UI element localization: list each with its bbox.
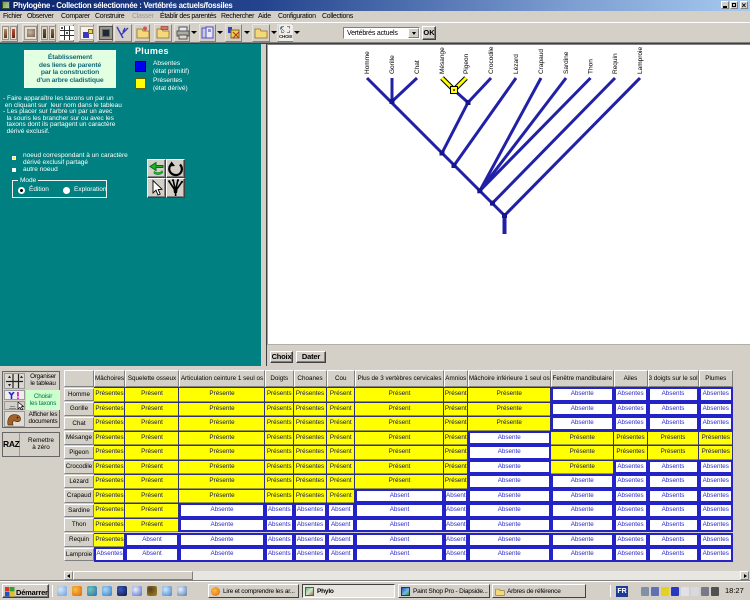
svg-text:Pigeon: Pigeon <box>463 53 470 74</box>
svg-text:Crapaud: Crapaud <box>538 49 545 74</box>
svg-text:Thon: Thon <box>588 59 595 74</box>
svg-text:Lézard: Lézard <box>513 54 520 74</box>
svg-text:Crocodile: Crocodile <box>488 46 495 74</box>
svg-text:Homme: Homme <box>364 51 371 74</box>
svg-text:Mésange: Mésange <box>439 47 446 74</box>
svg-text:Gorille: Gorille <box>389 55 396 74</box>
svg-text:Sardine: Sardine <box>563 51 570 74</box>
svg-text:Chat: Chat <box>414 60 421 74</box>
svg-text:Requin: Requin <box>612 53 619 74</box>
svg-text:Lamproie: Lamproie <box>637 47 644 74</box>
